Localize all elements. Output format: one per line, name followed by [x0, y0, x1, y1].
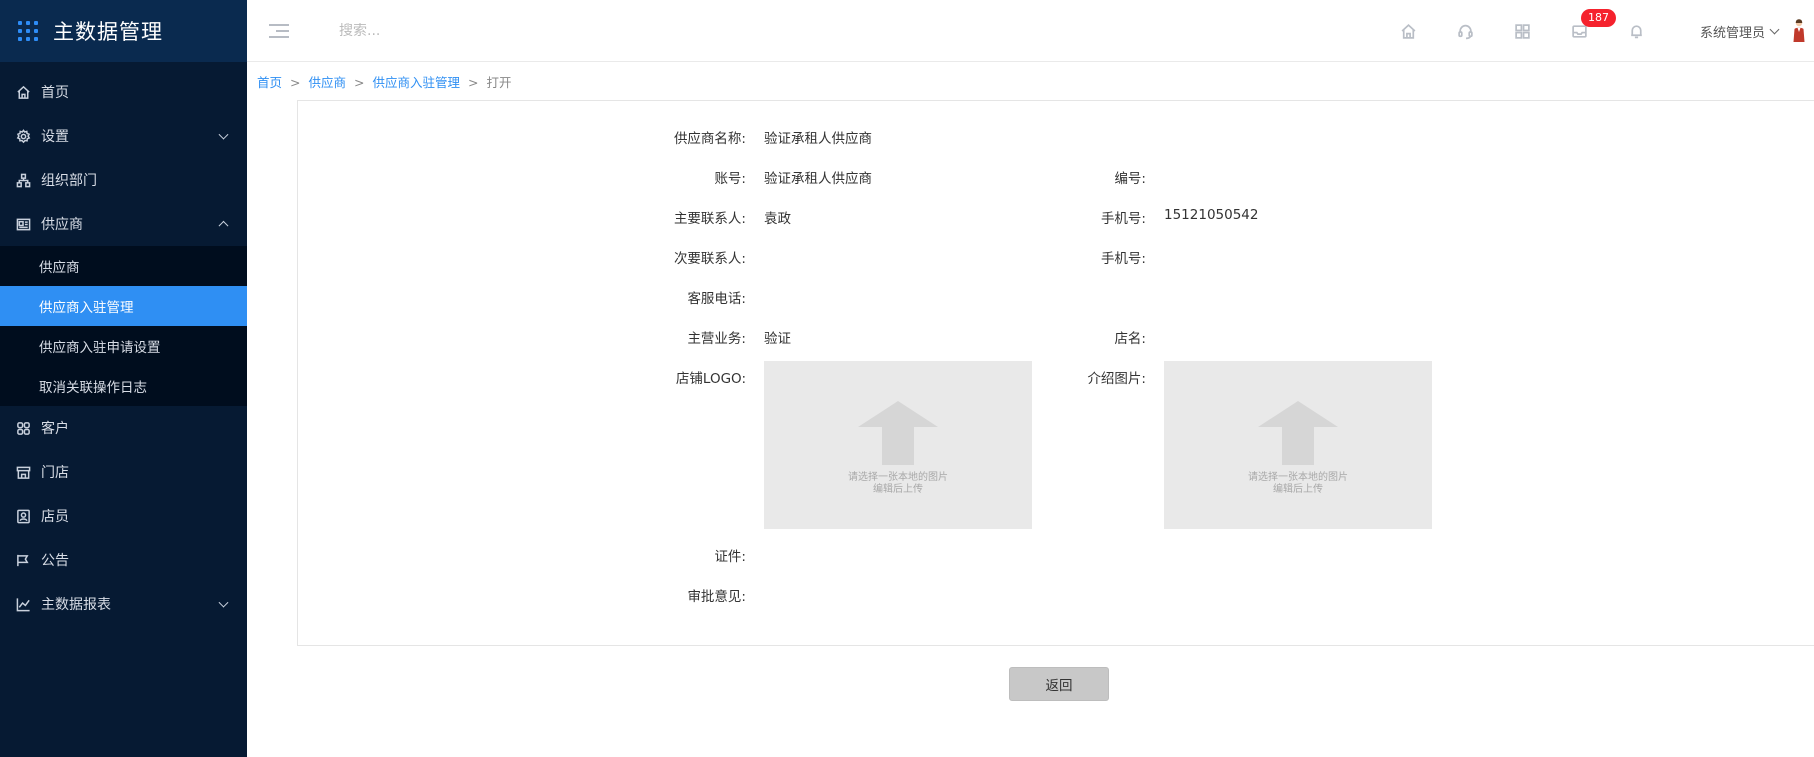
avatar [1793, 19, 1805, 42]
store-name-label: 店名: [1114, 331, 1146, 347]
supplier-icon [15, 216, 31, 232]
announcement-icon [15, 552, 31, 568]
bell-icon[interactable] [1608, 23, 1665, 40]
chart-icon [15, 596, 31, 612]
approval-opinion-label: 审批意见: [687, 589, 746, 605]
secondary-phone-label: 手机号: [1100, 251, 1146, 267]
chevron-down-icon [1769, 24, 1780, 34]
user-menu[interactable]: 系统管理员 [1700, 0, 1814, 62]
brand-header: 主数据管理 [0, 0, 247, 62]
sidebar-item-label: 首页 [41, 85, 69, 101]
certificate-label: 证件: [714, 549, 746, 565]
sidebar-item-label: 客户 [41, 421, 69, 437]
breadcrumb-separator: > [468, 75, 479, 90]
sidebar-subitem-supplier-onboarding[interactable]: 供应商入驻管理 [0, 286, 247, 326]
store-icon [15, 464, 31, 480]
upload-arrow-icon [1258, 401, 1338, 465]
breadcrumb-separator: > [290, 75, 301, 90]
gear-icon [15, 128, 31, 144]
org-icon [15, 172, 31, 188]
store-logo-label: 店铺LOGO: [675, 371, 746, 387]
back-button[interactable]: 返回 [1009, 667, 1109, 701]
sidebar-item-label: 公告 [41, 553, 69, 569]
sidebar-item-label: 主数据报表 [41, 597, 111, 613]
chevron-down-icon [218, 129, 229, 140]
app-title: 主数据管理 [53, 20, 163, 44]
sidebar-subitem-unlink-log[interactable]: 取消关联操作日志 [0, 366, 247, 406]
code-label: 编号: [1114, 171, 1146, 187]
app-grid-icon[interactable] [18, 21, 38, 41]
breadcrumb: 首页 > 供应商 > 供应商入驻管理 > 打开 [257, 72, 512, 91]
sidebar-item-announcement[interactable]: 公告 [0, 538, 247, 582]
top-bar: 187 系统管理员 [247, 0, 1814, 62]
sidebar-item-report[interactable]: 主数据报表 [0, 582, 247, 626]
menu-collapse-icon[interactable] [269, 23, 289, 39]
sidebar-item-label: 店员 [41, 509, 69, 525]
main-business-value: 验证 [764, 331, 791, 347]
sidebar-nav: 首页 设置 组织部门 供应商 供应商 供应商入驻管理 供应商入驻申请设置 取消关… [0, 62, 247, 626]
primary-phone-label: 手机号: [1100, 211, 1146, 227]
intro-image-upload[interactable]: 请选择一张本地的图片 编辑后上传 [1164, 361, 1432, 529]
headset-icon[interactable] [1437, 23, 1494, 40]
chevron-up-icon [218, 220, 229, 231]
upload-arrow-icon [858, 401, 938, 465]
sidebar-item-label: 组织部门 [41, 173, 97, 189]
sidebar-item-supplier[interactable]: 供应商 [0, 202, 247, 246]
sidebar-item-customer[interactable]: 客户 [0, 406, 247, 450]
primary-contact-value: 袁政 [764, 211, 791, 227]
home-icon[interactable] [1380, 23, 1437, 40]
search-input[interactable] [339, 22, 639, 39]
chevron-down-icon [218, 597, 229, 608]
user-name: 系统管理员 [1699, 25, 1765, 41]
apps-icon[interactable] [1494, 23, 1551, 40]
sidebar-subitem-onboarding-settings[interactable]: 供应商入驻申请设置 [0, 326, 247, 366]
supplier-name-label: 供应商名称: [673, 131, 746, 147]
sidebar-item-clerk[interactable]: 店员 [0, 494, 247, 538]
breadcrumb-separator: > [354, 75, 365, 90]
top-icon-group: 187 [1380, 0, 1665, 62]
supplier-name-value: 验证承租人供应商 [764, 131, 872, 147]
supplier-detail-form: 供应商名称: 验证承租人供应商 账号: 验证承租人供应商 编号: 主要联系人: … [297, 100, 1814, 646]
sidebar-item-label: 设置 [41, 129, 69, 145]
sidebar-item-store[interactable]: 门店 [0, 450, 247, 494]
sidebar-item-settings[interactable]: 设置 [0, 114, 247, 158]
sidebar: 主数据管理 首页 设置 组织部门 供应商 供应商 供应商入驻管理 供应商入驻申请… [0, 0, 247, 757]
breadcrumb-supplier-onboarding[interactable]: 供应商入驻管理 [373, 75, 461, 90]
account-value: 验证承租人供应商 [764, 171, 872, 187]
secondary-contact-label: 次要联系人: [673, 251, 746, 267]
primary-phone-value: 15121050542 [1164, 207, 1259, 223]
supplier-submenu: 供应商 供应商入驻管理 供应商入驻申请设置 取消关联操作日志 [0, 246, 247, 406]
message-icon[interactable]: 187 [1551, 8, 1616, 40]
store-logo-upload[interactable]: 请选择一张本地的图片 编辑后上传 [764, 361, 1032, 529]
home-icon [15, 84, 31, 100]
upload-hint: 请选择一张本地的图片 编辑后上传 [848, 472, 948, 495]
service-phone-label: 客服电话: [687, 291, 746, 307]
sidebar-subitem-supplier[interactable]: 供应商 [0, 246, 247, 286]
breadcrumb-home[interactable]: 首页 [257, 75, 282, 90]
sidebar-item-org[interactable]: 组织部门 [0, 158, 247, 202]
intro-image-label: 介绍图片: [1087, 371, 1146, 387]
primary-contact-label: 主要联系人: [673, 211, 746, 227]
breadcrumb-current: 打开 [486, 75, 512, 90]
sidebar-item-label: 供应商 [41, 217, 83, 233]
sidebar-item-label: 门店 [41, 465, 69, 481]
sidebar-item-home[interactable]: 首页 [0, 70, 247, 114]
main-business-label: 主营业务: [687, 331, 746, 347]
upload-hint: 请选择一张本地的图片 编辑后上传 [1248, 472, 1348, 495]
customer-icon [15, 420, 31, 436]
breadcrumb-supplier[interactable]: 供应商 [309, 75, 347, 90]
clerk-icon [15, 508, 31, 524]
account-label: 账号: [714, 171, 746, 187]
